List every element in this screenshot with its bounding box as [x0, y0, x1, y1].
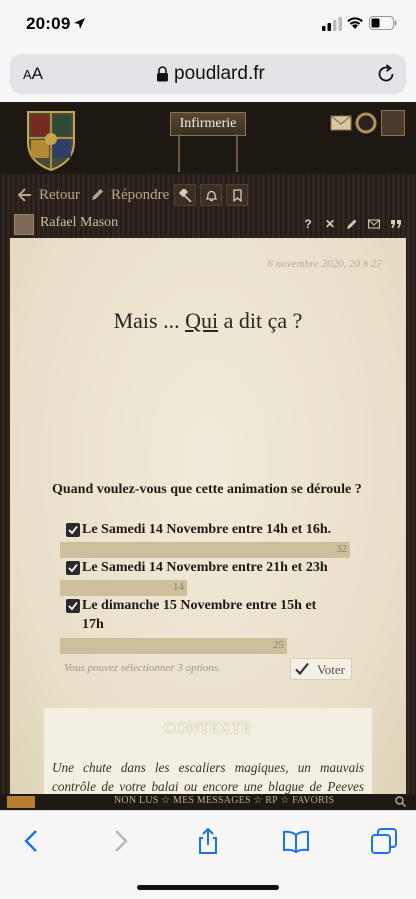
- post-body: 6 novembre 2020, 20 h 27 Mais ... Qui a …: [10, 238, 406, 889]
- bookmarks-book-icon[interactable]: [282, 827, 310, 855]
- poll-option-label: Le dimanche 15 Novembre entre 15h et 17h: [82, 596, 322, 634]
- checkmark-icon: [68, 563, 78, 573]
- tabs-icon[interactable]: [370, 827, 398, 855]
- poll-result-bar: 14: [60, 580, 350, 596]
- poll-hint: Vous pouvez sélectionner 3 options.: [64, 662, 221, 674]
- share-icon[interactable]: [194, 827, 222, 855]
- page: 20:09 AA poudlard.fr Infirmerie Retour R…: [0, 0, 416, 899]
- author-name[interactable]: Rafael Mason: [40, 215, 118, 231]
- user-shortcuts: [330, 110, 410, 138]
- profile-avatar[interactable]: [381, 110, 405, 136]
- poll-result-fill: [60, 580, 187, 596]
- pencil-icon[interactable]: [90, 188, 104, 202]
- checkmark-icon: [68, 601, 78, 611]
- poll-result-bar: 32: [60, 542, 350, 558]
- back-arrow-icon[interactable]: [18, 188, 32, 202]
- reader-settings-button[interactable]: AA: [23, 64, 43, 84]
- forum-bottom-nav: NON LUS ☆ MES MESSAGES ☆ RP ☆ FAVORIS: [0, 794, 416, 810]
- reload-icon[interactable]: [376, 64, 396, 84]
- checkbox-checked[interactable]: [66, 523, 80, 537]
- checkmark-icon: [295, 662, 309, 676]
- author-avatar[interactable]: [14, 214, 34, 235]
- edit-pencil-icon[interactable]: [342, 214, 362, 234]
- hammer-icon: [179, 189, 192, 202]
- browser-address-area: AA poudlard.fr: [0, 50, 416, 102]
- poll-option-label: Le Samedi 14 Novembre entre 14h et 16h.: [82, 522, 332, 537]
- poll-result-bar: 25: [60, 638, 350, 654]
- location-arrow-icon: [74, 18, 85, 29]
- status-bar: 20:09: [0, 0, 416, 50]
- bookmark-button[interactable]: [226, 184, 248, 206]
- poll-result-fill: [60, 638, 287, 654]
- flag-icon[interactable]: [7, 796, 35, 808]
- quote-icon[interactable]: [386, 214, 406, 234]
- page-domain: poudlard.fr: [174, 63, 265, 84]
- watch-bell-button[interactable]: [200, 184, 222, 206]
- bell-icon: [205, 190, 218, 202]
- delete-button[interactable]: ✕: [320, 214, 340, 234]
- section-title-button[interactable]: Infirmerie: [170, 112, 246, 136]
- battery-icon: [369, 16, 397, 30]
- reply-link[interactable]: Répondre: [111, 182, 169, 208]
- browser-toolbar: [0, 810, 416, 899]
- post-toolbar: Retour Répondre: [8, 182, 408, 208]
- search-icon[interactable]: [395, 796, 406, 807]
- hanging-chain-left: [178, 134, 180, 172]
- checkbox-checked[interactable]: [66, 561, 80, 575]
- checkbox-checked[interactable]: [66, 599, 80, 613]
- cellular-signal-icon: [322, 17, 342, 31]
- report-button[interactable]: ?: [298, 214, 318, 234]
- post-actions: ? ✕: [298, 214, 408, 236]
- moderation-hammer-button[interactable]: [174, 184, 196, 206]
- poll-vote-count: 14: [173, 581, 184, 593]
- wifi-icon: [347, 17, 363, 29]
- hanging-chain-right: [236, 134, 238, 172]
- status-time: 20:09: [26, 14, 71, 33]
- poll-option-label: Le Samedi 14 Novembre entre 21h et 23h: [82, 560, 328, 575]
- back-link[interactable]: Retour: [39, 182, 80, 208]
- poll: Quand voulez-vous que cette animation se…: [44, 238, 374, 698]
- private-message-icon[interactable]: [364, 214, 384, 234]
- poll-vote-count: 32: [336, 543, 347, 555]
- back-chevron-icon[interactable]: [18, 827, 46, 855]
- poll-result-fill: [60, 542, 350, 558]
- messages-envelope-icon[interactable]: [330, 114, 352, 132]
- checkmark-icon: [68, 525, 78, 535]
- poll-vote-count: 25: [273, 639, 284, 651]
- lock-icon: [157, 66, 168, 82]
- forum-nav-links[interactable]: NON LUS ☆ MES MESSAGES ☆ RP ☆ FAVORIS: [114, 795, 334, 806]
- address-bar[interactable]: AA poudlard.fr: [10, 54, 406, 94]
- context-title: CONTEXTE: [164, 720, 252, 737]
- context-box: CONTEXTE Une chute dans les escaliers ma…: [44, 708, 372, 889]
- forum-banner: Infirmerie: [0, 102, 416, 174]
- ring-portrait-icon[interactable]: [355, 112, 377, 134]
- post-author-row: Rafael Mason ? ✕: [8, 212, 408, 238]
- forward-chevron-icon[interactable]: [106, 827, 134, 855]
- poll-option-label-text: Le dimanche 15 Novembre entre 15h et 17h: [82, 598, 317, 632]
- poll-question: Quand voulez-vous que cette animation se…: [52, 482, 362, 497]
- bookmark-icon: [233, 189, 242, 202]
- hogwarts-crest-logo[interactable]: [22, 106, 80, 172]
- forum-page: Infirmerie Retour Répondre Rafael Mason …: [0, 102, 416, 889]
- home-indicator: [137, 885, 279, 890]
- vote-button[interactable]: Voter: [290, 658, 352, 680]
- vote-button-label: Voter: [317, 662, 345, 677]
